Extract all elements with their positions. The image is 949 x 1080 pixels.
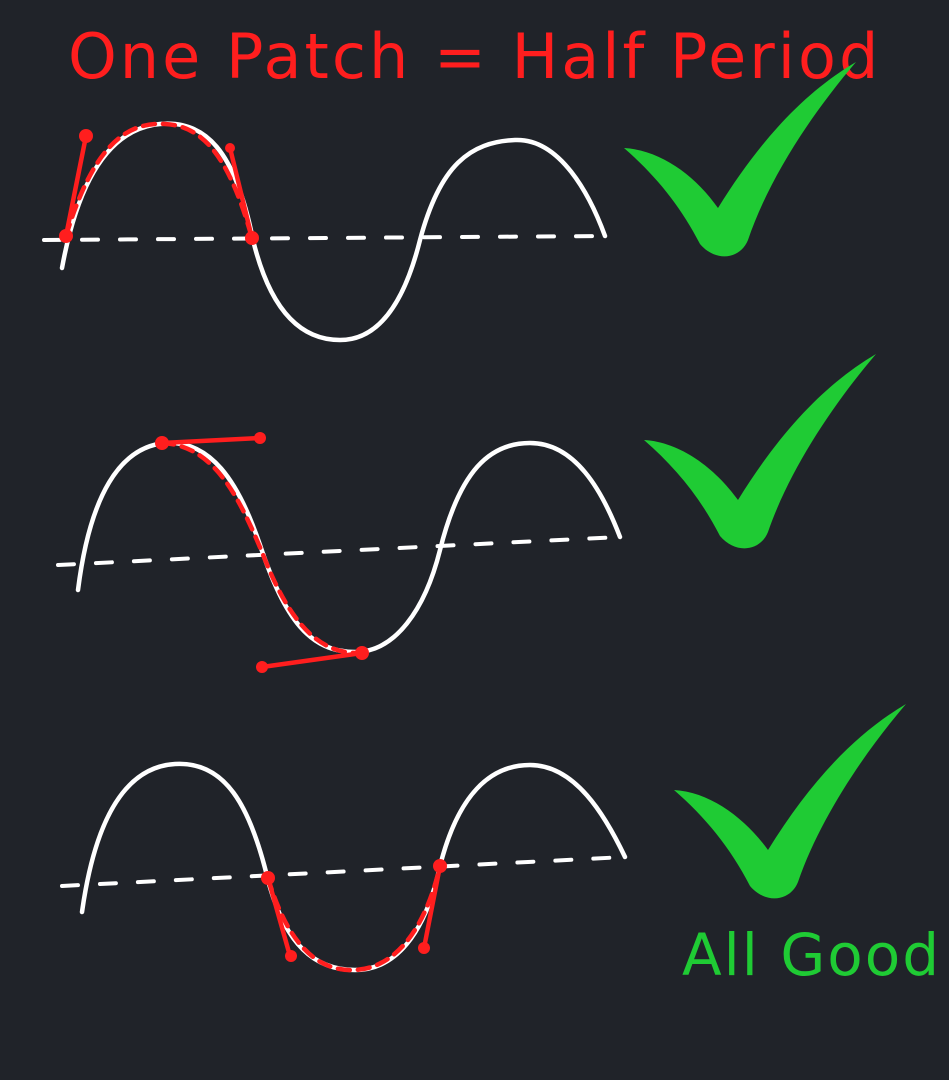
sine-wave: [59, 121, 608, 343]
control-point: [261, 871, 275, 885]
control-point: [256, 661, 268, 673]
control-point: [418, 942, 430, 954]
page-title: One Patch = Half Period: [68, 20, 881, 93]
check-icon: [644, 354, 876, 549]
control-handle: [227, 145, 255, 241]
control-point: [79, 129, 93, 143]
bezier-patch: [63, 121, 255, 241]
diagram-canvas: One Patch = Half Period All Good: [0, 0, 949, 1080]
panel-1: [42, 62, 856, 343]
diagram-svg: One Patch = Half Period All Good: [42, 20, 941, 989]
axis-line: [42, 234, 607, 242]
control-handle: [159, 435, 263, 446]
control-point: [254, 432, 266, 444]
control-point: [355, 646, 369, 660]
axis-line: [56, 535, 622, 567]
control-handle: [259, 650, 365, 670]
control-point: [155, 436, 169, 450]
control-point: [245, 231, 259, 245]
control-point: [433, 859, 447, 873]
control-point: [225, 143, 235, 153]
sine-wave: [79, 761, 628, 973]
bezier-patch: [159, 440, 365, 656]
check-icon: [674, 704, 906, 899]
panel-2: [56, 354, 876, 673]
caption-text: All Good: [682, 921, 941, 989]
axis-line: [60, 855, 627, 888]
control-point: [59, 229, 73, 243]
control-point: [285, 950, 297, 962]
control-handle: [265, 875, 293, 959]
sine-wave: [75, 440, 623, 655]
